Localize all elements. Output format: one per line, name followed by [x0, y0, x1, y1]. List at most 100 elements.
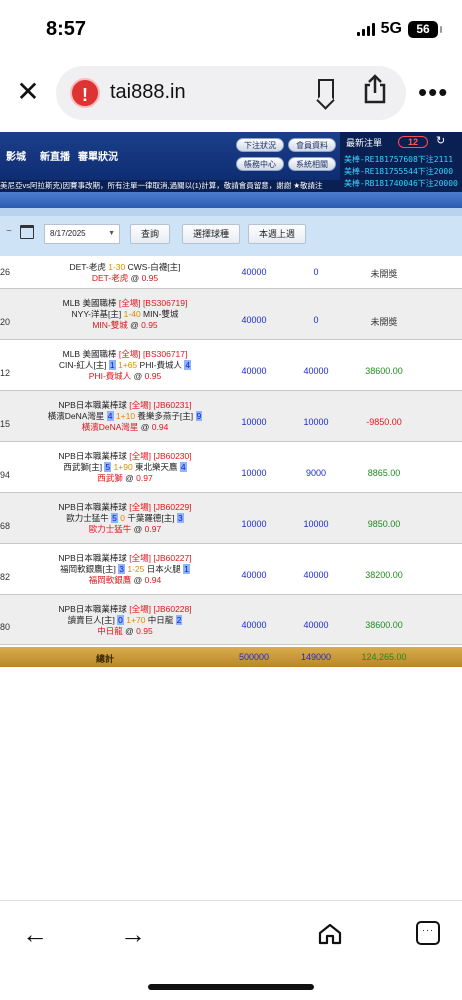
nav-item-cinema[interactable]: 影城 — [6, 148, 26, 163]
table-row: 26 DET-老虎 1-30 CWS-白襪[主] DET-老虎 @ 0.95 4000… — [0, 256, 462, 289]
bet-result: 38600.00 — [365, 366, 403, 376]
bet-status-button[interactable]: 下注狀況 — [236, 138, 284, 152]
account-center-button[interactable]: 帳務中心 — [236, 157, 284, 171]
bet-result: 未開獎 — [370, 317, 398, 327]
query-button[interactable]: 查詢 — [130, 224, 171, 244]
tabs-icon[interactable]: ··· — [416, 921, 440, 945]
valid-amount: 40000 — [303, 620, 329, 630]
bet-amount: 10000 — [241, 468, 267, 478]
url-text[interactable]: tai888.in — [110, 81, 186, 104]
calendar-icon[interactable] — [20, 225, 34, 239]
latest-bet-line[interactable]: 美棒-RB181740046下注20000 — [344, 178, 458, 189]
bet-description-line: 橫濱DeNA灣星 @ 0.94 — [30, 422, 220, 433]
bet-text-segment: [JB60229] — [153, 502, 192, 512]
warning-icon[interactable]: ! — [70, 78, 100, 108]
bet-description-line: NYY-洋基[主] 1-40 MIN-雙城 — [30, 309, 220, 320]
row-id: 15 — [0, 419, 11, 429]
bet-text-segment: 東北樂天鷹 — [132, 462, 180, 472]
date-range-separator: ~ — [6, 226, 12, 237]
bet-description-line: NPB日本職業棒球 [全場] [JB60229] — [30, 502, 220, 513]
bet-text-segment: NYY-洋基[主] — [71, 309, 124, 319]
bet-text-segment: 1-40 — [123, 309, 141, 319]
table-row: 82 NPB日本職業棒球 [全場] [JB60227] 福岡軟銀鷹[主] 3 1-2… — [0, 544, 462, 595]
select-sport-button[interactable]: 選擇球種 — [182, 224, 241, 244]
bet-text-segment: 中日龍 — [145, 615, 176, 625]
latest-bet-line[interactable]: 美棒-RE181755544下注2000 — [344, 166, 453, 177]
total-row: 總計 500000 149000 124,265.00 — [0, 647, 462, 667]
bet-text-segment: NPB日本職業棒球 — [58, 553, 130, 563]
bet-result: 9850.00 — [367, 519, 401, 529]
close-icon[interactable]: ✕ — [14, 78, 42, 106]
bet-text-segment: PHI-費城人 — [137, 360, 185, 370]
bet-text-segment: [全場] — [129, 502, 151, 512]
bet-text-segment: 0.95 — [144, 371, 162, 381]
date-select[interactable]: 8/17/2025 ▼ — [44, 224, 120, 244]
more-options-icon[interactable]: ••• — [418, 79, 448, 105]
this-week-button[interactable]: 本週上週 — [248, 224, 307, 244]
member-info-button[interactable]: 會員資料 — [288, 138, 336, 152]
table-row: 94 NPB日本職業棒球 [全場] [JB60230] 西武獅[主] 5 1+90 … — [0, 442, 462, 493]
home-icon[interactable] — [318, 923, 342, 945]
total-label: 總計 — [96, 654, 115, 664]
bet-description: NPB日本職業棒球 [全場] [JB60231] 橫濱DeNA灣星 4 1+10 … — [30, 400, 220, 433]
bet-result: 8865.00 — [367, 468, 401, 478]
bet-description: NPB日本職業棒球 [全場] [JB60230] 西武獅[主] 5 1+90 東北… — [30, 451, 220, 484]
bet-text-segment: 0.97 — [136, 473, 153, 483]
bet-text-segment: @ — [128, 273, 142, 283]
share-icon[interactable] — [362, 74, 388, 104]
status-indicators: 5G 56 — [356, 20, 442, 38]
bet-text-segment: [JB60231] — [153, 400, 192, 410]
bet-text-segment: 0.94 — [144, 575, 162, 585]
bet-result: 38200.00 — [365, 570, 403, 580]
row-id: 12 — [0, 368, 11, 378]
bet-text-segment: 4 — [184, 360, 192, 370]
table-row: 12 MLB 美國職棒 [全場] [BS306717] CIN-紅人[主] 1 1+… — [0, 340, 462, 391]
bet-text-segment: 3 — [118, 564, 125, 574]
chevron-down-icon: ▼ — [108, 230, 115, 237]
back-arrow-icon[interactable]: ← — [22, 919, 48, 950]
bet-text-segment: DET-老虎 — [69, 262, 109, 272]
address-field[interactable]: ! tai888.in — [56, 66, 406, 120]
bet-description-line: 福岡軟銀鷹 @ 0.94 — [30, 575, 220, 586]
system-button[interactable]: 系統相關 — [288, 157, 336, 171]
bet-result: 38600.00 — [365, 620, 403, 630]
table-row: 15 NPB日本職業棒球 [全場] [JB60231] 橫濱DeNA灣星 4 1+1… — [0, 391, 462, 442]
bet-text-segment: MIN-雙城 — [140, 309, 179, 319]
forward-arrow-icon[interactable]: → — [120, 919, 146, 950]
valid-amount: 0 — [313, 315, 319, 325]
bet-text-segment: 福岡軟銀鷹[主] — [60, 564, 119, 574]
bookmark-icon[interactable] — [318, 79, 334, 101]
latest-bet-line[interactable]: 美棒-RE181757608下注2111 — [344, 154, 453, 165]
bet-amount: 10000 — [241, 519, 267, 529]
bet-amount: 40000 — [241, 570, 267, 580]
refresh-icon[interactable]: ↻ — [436, 134, 445, 147]
bet-text-segment: 橫濱DeNA灣星 — [47, 411, 107, 421]
nav-item-review-status[interactable]: 審單狀況 — [78, 148, 118, 163]
bet-text-segment: @ — [138, 422, 152, 432]
bet-description-line: CIN-紅人[主] 1 1+65 PHI-費城人 4 — [30, 360, 220, 371]
latest-bets-panel: 最新注單 12 ↻ 美棒-RE181757608下注2111 美棒-RE1817… — [340, 132, 462, 192]
header-divider — [0, 192, 462, 208]
bet-amount: 40000 — [241, 366, 267, 376]
bet-text-segment: 1 — [108, 360, 116, 370]
nav-item-live[interactable]: 新直播 — [40, 148, 70, 163]
bet-description-line: PHI-費城人 @ 0.95 — [30, 371, 220, 382]
row-id: 68 — [0, 521, 11, 531]
bet-text-segment: 讀賣巨人[主] — [67, 615, 118, 625]
latest-bets-count: 12 — [398, 136, 428, 148]
bet-text-segment: 西武獅[主] — [63, 462, 105, 472]
bet-amount: 10000 — [241, 417, 267, 427]
bet-text-segment: [BS306717] — [142, 349, 188, 359]
bet-description-line: MIN-雙城 @ 0.95 — [30, 320, 220, 331]
bet-text-segment: MIN-雙城 — [92, 320, 128, 330]
bet-description-line: 橫濱DeNA灣星 4 1+10 養樂多燕子[主] 9 — [30, 411, 220, 422]
bet-text-segment: @ — [127, 320, 142, 330]
status-time: 8:57 — [46, 18, 87, 40]
bet-text-segment: 9 — [195, 411, 203, 421]
bet-result: 未開獎 — [370, 269, 398, 279]
bet-text-segment: 4 — [106, 411, 114, 421]
network-type: 5G — [380, 20, 402, 37]
bet-text-segment: @ — [131, 371, 145, 381]
bet-description-line: DET-老虎 1-30 CWS-白襪[主] — [30, 262, 220, 273]
bet-text-segment: [全場] — [129, 451, 151, 461]
